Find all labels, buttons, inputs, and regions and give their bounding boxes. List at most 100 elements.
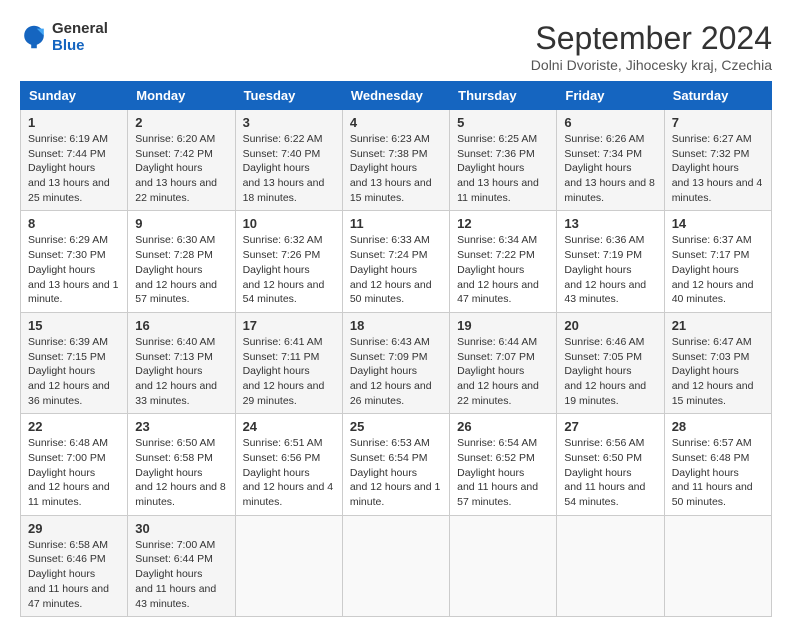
- location-subtitle: Dolni Dvoriste, Jihocesky kraj, Czechia: [531, 57, 772, 73]
- calendar-cell: 27 Sunrise: 6:56 AMSunset: 6:50 PMDaylig…: [557, 414, 664, 515]
- calendar-cell: 13 Sunrise: 6:36 AMSunset: 7:19 PMDaylig…: [557, 211, 664, 312]
- calendar-cell: 1 Sunrise: 6:19 AMSunset: 7:44 PMDayligh…: [21, 110, 128, 211]
- day-number: 3: [243, 115, 335, 130]
- day-number: 13: [564, 216, 656, 231]
- calendar-cell: 10 Sunrise: 6:32 AMSunset: 7:26 PMDaylig…: [235, 211, 342, 312]
- cell-content: Sunrise: 6:25 AMSunset: 7:36 PMDaylight …: [457, 133, 539, 204]
- day-number: 17: [243, 318, 335, 333]
- cell-content: Sunrise: 6:47 AMSunset: 7:03 PMDaylight …: [672, 336, 754, 407]
- calendar-cell: 20 Sunrise: 6:46 AMSunset: 7:05 PMDaylig…: [557, 312, 664, 413]
- logo-icon: [20, 23, 48, 51]
- cell-content: Sunrise: 6:29 AMSunset: 7:30 PMDaylight …: [28, 234, 119, 305]
- calendar-body: 1 Sunrise: 6:19 AMSunset: 7:44 PMDayligh…: [21, 110, 772, 617]
- day-number: 16: [135, 318, 227, 333]
- weekday-header: Tuesday: [235, 82, 342, 110]
- calendar-week-row: 22 Sunrise: 6:48 AMSunset: 7:00 PMDaylig…: [21, 414, 772, 515]
- calendar-cell: 12 Sunrise: 6:34 AMSunset: 7:22 PMDaylig…: [450, 211, 557, 312]
- calendar-cell: 15 Sunrise: 6:39 AMSunset: 7:15 PMDaylig…: [21, 312, 128, 413]
- cell-content: Sunrise: 6:27 AMSunset: 7:32 PMDaylight …: [672, 133, 763, 204]
- cell-content: Sunrise: 6:57 AMSunset: 6:48 PMDaylight …: [672, 437, 753, 508]
- calendar-cell: 14 Sunrise: 6:37 AMSunset: 7:17 PMDaylig…: [664, 211, 771, 312]
- day-number: 7: [672, 115, 764, 130]
- day-number: 24: [243, 419, 335, 434]
- cell-content: Sunrise: 6:41 AMSunset: 7:11 PMDaylight …: [243, 336, 325, 407]
- calendar-week-row: 8 Sunrise: 6:29 AMSunset: 7:30 PMDayligh…: [21, 211, 772, 312]
- calendar-cell: 9 Sunrise: 6:30 AMSunset: 7:28 PMDayligh…: [128, 211, 235, 312]
- calendar-cell: 4 Sunrise: 6:23 AMSunset: 7:38 PMDayligh…: [342, 110, 449, 211]
- cell-content: Sunrise: 6:32 AMSunset: 7:26 PMDaylight …: [243, 234, 325, 305]
- calendar-cell: 22 Sunrise: 6:48 AMSunset: 7:00 PMDaylig…: [21, 414, 128, 515]
- calendar-table: SundayMondayTuesdayWednesdayThursdayFrid…: [20, 81, 772, 617]
- cell-content: Sunrise: 6:37 AMSunset: 7:17 PMDaylight …: [672, 234, 754, 305]
- calendar-cell: 25 Sunrise: 6:53 AMSunset: 6:54 PMDaylig…: [342, 414, 449, 515]
- calendar-cell: 29 Sunrise: 6:58 AMSunset: 6:46 PMDaylig…: [21, 515, 128, 616]
- day-number: 12: [457, 216, 549, 231]
- cell-content: Sunrise: 6:44 AMSunset: 7:07 PMDaylight …: [457, 336, 539, 407]
- day-number: 27: [564, 419, 656, 434]
- cell-content: Sunrise: 6:56 AMSunset: 6:50 PMDaylight …: [564, 437, 645, 508]
- cell-content: Sunrise: 6:36 AMSunset: 7:19 PMDaylight …: [564, 234, 646, 305]
- calendar-cell: [557, 515, 664, 616]
- cell-content: Sunrise: 6:19 AMSunset: 7:44 PMDaylight …: [28, 133, 110, 204]
- calendar-week-row: 1 Sunrise: 6:19 AMSunset: 7:44 PMDayligh…: [21, 110, 772, 211]
- day-number: 8: [28, 216, 120, 231]
- calendar-cell: [450, 515, 557, 616]
- day-number: 9: [135, 216, 227, 231]
- cell-content: Sunrise: 6:54 AMSunset: 6:52 PMDaylight …: [457, 437, 538, 508]
- day-number: 21: [672, 318, 764, 333]
- calendar-cell: 2 Sunrise: 6:20 AMSunset: 7:42 PMDayligh…: [128, 110, 235, 211]
- day-number: 5: [457, 115, 549, 130]
- calendar-cell: [664, 515, 771, 616]
- cell-content: Sunrise: 6:30 AMSunset: 7:28 PMDaylight …: [135, 234, 217, 305]
- cell-content: Sunrise: 6:43 AMSunset: 7:09 PMDaylight …: [350, 336, 432, 407]
- day-number: 19: [457, 318, 549, 333]
- logo: General Blue: [20, 20, 108, 54]
- calendar-cell: 3 Sunrise: 6:22 AMSunset: 7:40 PMDayligh…: [235, 110, 342, 211]
- calendar-cell: 8 Sunrise: 6:29 AMSunset: 7:30 PMDayligh…: [21, 211, 128, 312]
- weekday-header: Saturday: [664, 82, 771, 110]
- day-number: 25: [350, 419, 442, 434]
- calendar-week-row: 15 Sunrise: 6:39 AMSunset: 7:15 PMDaylig…: [21, 312, 772, 413]
- logo-text: General Blue: [52, 20, 108, 54]
- cell-content: Sunrise: 6:23 AMSunset: 7:38 PMDaylight …: [350, 133, 432, 204]
- cell-content: Sunrise: 6:33 AMSunset: 7:24 PMDaylight …: [350, 234, 432, 305]
- day-number: 23: [135, 419, 227, 434]
- day-number: 14: [672, 216, 764, 231]
- cell-content: Sunrise: 6:46 AMSunset: 7:05 PMDaylight …: [564, 336, 646, 407]
- calendar-cell: 11 Sunrise: 6:33 AMSunset: 7:24 PMDaylig…: [342, 211, 449, 312]
- weekday-header: Thursday: [450, 82, 557, 110]
- calendar-cell: 17 Sunrise: 6:41 AMSunset: 7:11 PMDaylig…: [235, 312, 342, 413]
- day-number: 2: [135, 115, 227, 130]
- cell-content: Sunrise: 6:22 AMSunset: 7:40 PMDaylight …: [243, 133, 325, 204]
- day-number: 26: [457, 419, 549, 434]
- cell-content: Sunrise: 6:20 AMSunset: 7:42 PMDaylight …: [135, 133, 217, 204]
- calendar-cell: 5 Sunrise: 6:25 AMSunset: 7:36 PMDayligh…: [450, 110, 557, 211]
- title-block: September 2024 Dolni Dvoriste, Jihocesky…: [531, 20, 772, 73]
- calendar-cell: 26 Sunrise: 6:54 AMSunset: 6:52 PMDaylig…: [450, 414, 557, 515]
- day-number: 29: [28, 521, 120, 536]
- cell-content: Sunrise: 6:40 AMSunset: 7:13 PMDaylight …: [135, 336, 217, 407]
- calendar-cell: 23 Sunrise: 6:50 AMSunset: 6:58 PMDaylig…: [128, 414, 235, 515]
- cell-content: Sunrise: 6:39 AMSunset: 7:15 PMDaylight …: [28, 336, 110, 407]
- day-number: 18: [350, 318, 442, 333]
- page-header: General Blue September 2024 Dolni Dvoris…: [20, 20, 772, 73]
- calendar-week-row: 29 Sunrise: 6:58 AMSunset: 6:46 PMDaylig…: [21, 515, 772, 616]
- calendar-cell: [342, 515, 449, 616]
- calendar-cell: [235, 515, 342, 616]
- cell-content: Sunrise: 7:00 AMSunset: 6:44 PMDaylight …: [135, 539, 216, 610]
- day-number: 30: [135, 521, 227, 536]
- calendar-cell: 7 Sunrise: 6:27 AMSunset: 7:32 PMDayligh…: [664, 110, 771, 211]
- cell-content: Sunrise: 6:53 AMSunset: 6:54 PMDaylight …: [350, 437, 441, 508]
- day-number: 15: [28, 318, 120, 333]
- calendar-cell: 28 Sunrise: 6:57 AMSunset: 6:48 PMDaylig…: [664, 414, 771, 515]
- day-number: 6: [564, 115, 656, 130]
- calendar-cell: 24 Sunrise: 6:51 AMSunset: 6:56 PMDaylig…: [235, 414, 342, 515]
- day-number: 10: [243, 216, 335, 231]
- cell-content: Sunrise: 6:58 AMSunset: 6:46 PMDaylight …: [28, 539, 109, 610]
- calendar-header-row: SundayMondayTuesdayWednesdayThursdayFrid…: [21, 82, 772, 110]
- weekday-header: Sunday: [21, 82, 128, 110]
- cell-content: Sunrise: 6:48 AMSunset: 7:00 PMDaylight …: [28, 437, 110, 508]
- cell-content: Sunrise: 6:34 AMSunset: 7:22 PMDaylight …: [457, 234, 539, 305]
- calendar-cell: 19 Sunrise: 6:44 AMSunset: 7:07 PMDaylig…: [450, 312, 557, 413]
- day-number: 4: [350, 115, 442, 130]
